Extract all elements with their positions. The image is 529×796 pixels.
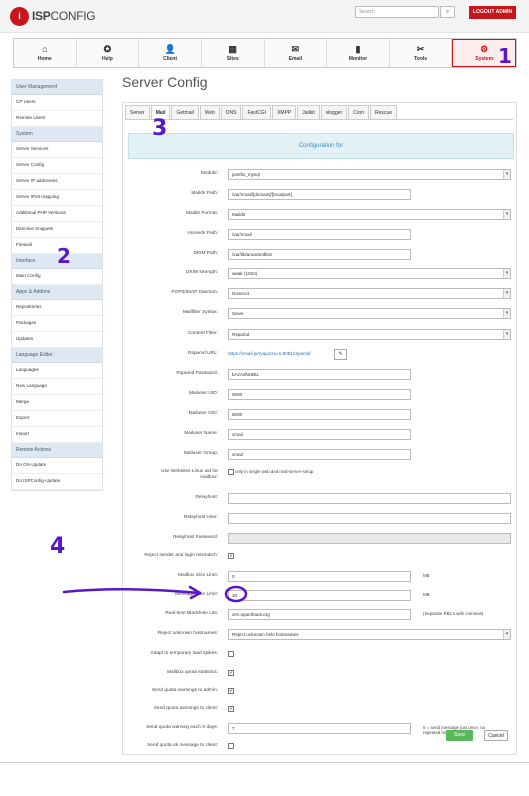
annotation-arrow [62, 585, 248, 603]
